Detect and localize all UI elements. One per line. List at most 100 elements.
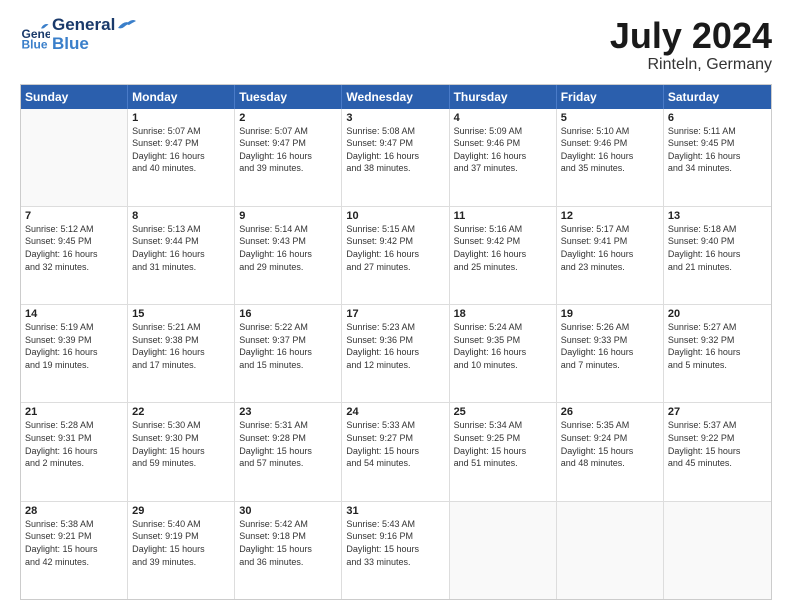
calendar: Sunday Monday Tuesday Wednesday Thursday… [20,84,772,600]
calendar-row-3: 21Sunrise: 5:28 AM Sunset: 9:31 PM Dayli… [21,403,771,501]
calendar-cell-4-1: 29Sunrise: 5:40 AM Sunset: 9:19 PM Dayli… [128,502,235,599]
day-number: 22 [132,406,230,418]
calendar-cell-0-1: 1Sunrise: 5:07 AM Sunset: 9:47 PM Daylig… [128,109,235,206]
day-info: Sunrise: 5:23 AM Sunset: 9:36 PM Dayligh… [346,321,444,371]
calendar-cell-2-2: 16Sunrise: 5:22 AM Sunset: 9:37 PM Dayli… [235,305,342,402]
day-number: 7 [25,210,123,222]
day-info: Sunrise: 5:16 AM Sunset: 9:42 PM Dayligh… [454,223,552,273]
day-info: Sunrise: 5:38 AM Sunset: 9:21 PM Dayligh… [25,518,123,568]
col-monday: Monday [128,85,235,109]
bird-icon [116,18,138,32]
day-number: 17 [346,308,444,320]
header: General Blue General Blue July 2024 [20,16,772,74]
day-info: Sunrise: 5:09 AM Sunset: 9:46 PM Dayligh… [454,125,552,175]
day-info: Sunrise: 5:19 AM Sunset: 9:39 PM Dayligh… [25,321,123,371]
col-saturday: Saturday [664,85,771,109]
calendar-cell-2-5: 19Sunrise: 5:26 AM Sunset: 9:33 PM Dayli… [557,305,664,402]
day-info: Sunrise: 5:37 AM Sunset: 9:22 PM Dayligh… [668,419,767,469]
day-info: Sunrise: 5:28 AM Sunset: 9:31 PM Dayligh… [25,419,123,469]
calendar-cell-3-6: 27Sunrise: 5:37 AM Sunset: 9:22 PM Dayli… [664,403,771,500]
day-number: 10 [346,210,444,222]
title-block: July 2024 Rinteln, Germany [610,16,772,74]
calendar-cell-0-5: 5Sunrise: 5:10 AM Sunset: 9:46 PM Daylig… [557,109,664,206]
day-number: 31 [346,505,444,517]
calendar-cell-4-6 [664,502,771,599]
day-number: 5 [561,112,659,124]
day-number: 20 [668,308,767,320]
day-info: Sunrise: 5:07 AM Sunset: 9:47 PM Dayligh… [132,125,230,175]
calendar-cell-3-0: 21Sunrise: 5:28 AM Sunset: 9:31 PM Dayli… [21,403,128,500]
col-thursday: Thursday [450,85,557,109]
day-number: 9 [239,210,337,222]
day-info: Sunrise: 5:08 AM Sunset: 9:47 PM Dayligh… [346,125,444,175]
day-info: Sunrise: 5:21 AM Sunset: 9:38 PM Dayligh… [132,321,230,371]
day-number: 13 [668,210,767,222]
day-info: Sunrise: 5:43 AM Sunset: 9:16 PM Dayligh… [346,518,444,568]
calendar-cell-3-3: 24Sunrise: 5:33 AM Sunset: 9:27 PM Dayli… [342,403,449,500]
col-wednesday: Wednesday [342,85,449,109]
calendar-cell-4-2: 30Sunrise: 5:42 AM Sunset: 9:18 PM Dayli… [235,502,342,599]
day-info: Sunrise: 5:31 AM Sunset: 9:28 PM Dayligh… [239,419,337,469]
day-number: 6 [668,112,767,124]
page: General Blue General Blue July 2024 [0,0,792,612]
day-info: Sunrise: 5:26 AM Sunset: 9:33 PM Dayligh… [561,321,659,371]
calendar-cell-1-2: 9Sunrise: 5:14 AM Sunset: 9:43 PM Daylig… [235,207,342,304]
calendar-subtitle: Rinteln, Germany [610,56,772,74]
calendar-cell-0-0 [21,109,128,206]
calendar-cell-3-1: 22Sunrise: 5:30 AM Sunset: 9:30 PM Dayli… [128,403,235,500]
calendar-cell-2-1: 15Sunrise: 5:21 AM Sunset: 9:38 PM Dayli… [128,305,235,402]
day-info: Sunrise: 5:35 AM Sunset: 9:24 PM Dayligh… [561,419,659,469]
calendar-cell-4-4 [450,502,557,599]
day-number: 1 [132,112,230,124]
calendar-row-4: 28Sunrise: 5:38 AM Sunset: 9:21 PM Dayli… [21,502,771,599]
day-number: 2 [239,112,337,124]
calendar-cell-3-2: 23Sunrise: 5:31 AM Sunset: 9:28 PM Dayli… [235,403,342,500]
day-info: Sunrise: 5:07 AM Sunset: 9:47 PM Dayligh… [239,125,337,175]
calendar-cell-4-0: 28Sunrise: 5:38 AM Sunset: 9:21 PM Dayli… [21,502,128,599]
day-number: 8 [132,210,230,222]
day-info: Sunrise: 5:33 AM Sunset: 9:27 PM Dayligh… [346,419,444,469]
logo: General Blue General Blue [20,16,138,53]
calendar-cell-1-5: 12Sunrise: 5:17 AM Sunset: 9:41 PM Dayli… [557,207,664,304]
calendar-cell-0-3: 3Sunrise: 5:08 AM Sunset: 9:47 PM Daylig… [342,109,449,206]
calendar-cell-2-6: 20Sunrise: 5:27 AM Sunset: 9:32 PM Dayli… [664,305,771,402]
calendar-cell-3-4: 25Sunrise: 5:34 AM Sunset: 9:25 PM Dayli… [450,403,557,500]
day-number: 25 [454,406,552,418]
calendar-cell-1-4: 11Sunrise: 5:16 AM Sunset: 9:42 PM Dayli… [450,207,557,304]
calendar-cell-2-3: 17Sunrise: 5:23 AM Sunset: 9:36 PM Dayli… [342,305,449,402]
day-number: 15 [132,308,230,320]
logo-general: General [52,16,115,35]
calendar-cell-0-6: 6Sunrise: 5:11 AM Sunset: 9:45 PM Daylig… [664,109,771,206]
logo-blue: Blue [52,35,138,54]
calendar-cell-2-4: 18Sunrise: 5:24 AM Sunset: 9:35 PM Dayli… [450,305,557,402]
day-info: Sunrise: 5:40 AM Sunset: 9:19 PM Dayligh… [132,518,230,568]
day-info: Sunrise: 5:10 AM Sunset: 9:46 PM Dayligh… [561,125,659,175]
day-number: 19 [561,308,659,320]
day-number: 23 [239,406,337,418]
day-number: 16 [239,308,337,320]
day-number: 30 [239,505,337,517]
day-number: 21 [25,406,123,418]
day-number: 14 [25,308,123,320]
day-number: 26 [561,406,659,418]
day-info: Sunrise: 5:27 AM Sunset: 9:32 PM Dayligh… [668,321,767,371]
day-number: 11 [454,210,552,222]
col-friday: Friday [557,85,664,109]
day-info: Sunrise: 5:22 AM Sunset: 9:37 PM Dayligh… [239,321,337,371]
day-number: 29 [132,505,230,517]
calendar-row-1: 7Sunrise: 5:12 AM Sunset: 9:45 PM Daylig… [21,207,771,305]
calendar-row-0: 1Sunrise: 5:07 AM Sunset: 9:47 PM Daylig… [21,109,771,207]
day-number: 18 [454,308,552,320]
day-number: 3 [346,112,444,124]
calendar-row-2: 14Sunrise: 5:19 AM Sunset: 9:39 PM Dayli… [21,305,771,403]
day-info: Sunrise: 5:17 AM Sunset: 9:41 PM Dayligh… [561,223,659,273]
calendar-cell-4-3: 31Sunrise: 5:43 AM Sunset: 9:16 PM Dayli… [342,502,449,599]
calendar-cell-1-1: 8Sunrise: 5:13 AM Sunset: 9:44 PM Daylig… [128,207,235,304]
col-tuesday: Tuesday [235,85,342,109]
calendar-cell-1-3: 10Sunrise: 5:15 AM Sunset: 9:42 PM Dayli… [342,207,449,304]
day-number: 4 [454,112,552,124]
day-info: Sunrise: 5:34 AM Sunset: 9:25 PM Dayligh… [454,419,552,469]
calendar-cell-0-4: 4Sunrise: 5:09 AM Sunset: 9:46 PM Daylig… [450,109,557,206]
day-info: Sunrise: 5:30 AM Sunset: 9:30 PM Dayligh… [132,419,230,469]
calendar-cell-4-5 [557,502,664,599]
